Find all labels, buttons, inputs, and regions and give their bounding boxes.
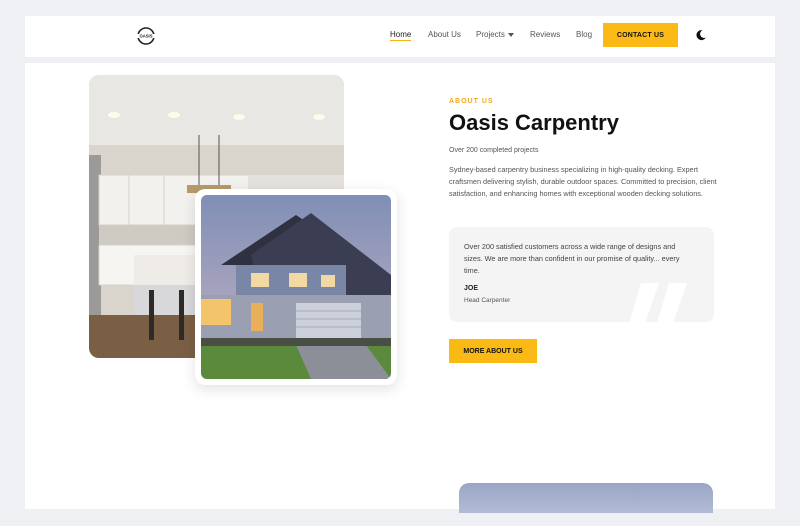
- testimonial-role: Head Carpenter: [464, 297, 511, 304]
- site-header: OASIS Home About Us Projects Reviews Blo…: [25, 16, 775, 57]
- nav-home[interactable]: Home: [390, 30, 412, 41]
- testimonial-card: Over 200 satisfied customers across a wi…: [449, 227, 714, 322]
- oasis-logo[interactable]: OASIS: [136, 26, 156, 46]
- section-subtitle: Over 200 completed projects: [449, 147, 539, 154]
- quote-icon: [629, 283, 687, 322]
- moon-icon[interactable]: [695, 29, 707, 41]
- testimonial-text: Over 200 satisfied customers across a wi…: [464, 242, 680, 275]
- house-image-frame: [195, 189, 397, 385]
- nav-blog[interactable]: Blog: [576, 30, 592, 39]
- section-eyebrow: ABOUT US: [449, 98, 494, 105]
- nav-about-us[interactable]: About Us: [428, 30, 461, 39]
- section-description: Sydney-based carpentry business speciali…: [449, 165, 717, 198]
- more-about-us-button[interactable]: MORE ABOUT US: [449, 339, 537, 363]
- testimonial-name: JOE: [464, 285, 479, 292]
- svg-text:OASIS: OASIS: [139, 34, 152, 39]
- contact-us-button[interactable]: CONTACT US: [603, 23, 678, 47]
- chevron-down-icon: [507, 32, 514, 37]
- house-image: [201, 195, 391, 379]
- nav-projects-label: Projects: [476, 30, 505, 39]
- section-title: Oasis Carpentry: [449, 110, 619, 135]
- nav-reviews[interactable]: Reviews: [530, 30, 560, 39]
- about-section: ABOUT US Oasis Carpentry Over 200 comple…: [25, 63, 775, 513]
- next-section-image: [459, 483, 713, 513]
- nav-projects[interactable]: Projects: [476, 30, 514, 39]
